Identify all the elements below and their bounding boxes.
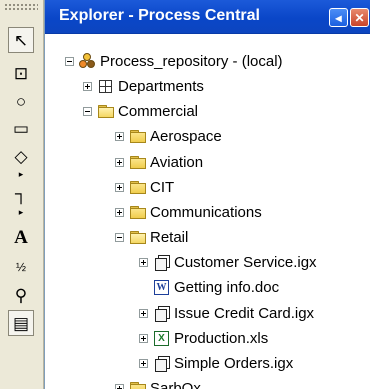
tree-node-cit[interactable]: CIT	[115, 176, 174, 198]
tree-node-sarbox[interactable]: SarbOx	[115, 377, 201, 389]
open-folder-icon	[129, 230, 146, 245]
folder-icon	[129, 180, 146, 195]
expand-icon[interactable]	[115, 182, 124, 192]
explorer-titlebar[interactable]: Explorer - Process Central ◂ ✕	[45, 0, 370, 34]
tree-node-departments[interactable]: Departments	[83, 75, 204, 97]
tree-node-label: SarbOx	[150, 379, 201, 389]
activity-tool-icon[interactable]: ⊡	[8, 60, 34, 86]
folder-icon	[129, 381, 146, 389]
explorer-title: Explorer - Process Central	[59, 7, 260, 24]
process-file-icon	[153, 255, 170, 271]
tree-node-getting-info[interactable]: W Getting info.doc	[139, 276, 279, 298]
folder-icon	[129, 205, 146, 220]
back-button[interactable]: ◂	[329, 8, 348, 27]
collapse-icon[interactable]	[65, 56, 74, 66]
decision-tool-icon[interactable]: ◇	[8, 143, 34, 169]
tree-node-label: Getting info.doc	[174, 278, 280, 296]
tree-node-communications[interactable]: Communications	[115, 201, 262, 223]
tree-node-label: Customer Service.igx	[174, 253, 317, 271]
repository-tree: Process_repository - (local) Departments…	[45, 34, 370, 389]
collapse-icon[interactable]	[83, 106, 92, 116]
tree-node-customer-service[interactable]: Customer Service.igx	[139, 251, 317, 273]
expand-icon[interactable]	[115, 157, 124, 167]
tree-node-label: Issue Credit Card.igx	[174, 304, 315, 322]
excel-spreadsheet-icon: X	[153, 330, 170, 346]
pointer-tool-icon[interactable]: ↖	[8, 27, 34, 53]
expand-icon[interactable]	[139, 358, 148, 368]
numbering-tool-icon[interactable]: ½	[8, 254, 34, 280]
explorer-panel: Explorer - Process Central ◂ ✕ Process_r…	[44, 0, 370, 389]
notes-tool-icon[interactable]: ▤	[8, 310, 34, 336]
expand-icon[interactable]	[83, 81, 92, 91]
close-button[interactable]: ✕	[350, 8, 369, 27]
chevron-left-icon: ◂	[335, 10, 342, 25]
tree-node-aerospace[interactable]: Aerospace	[115, 125, 222, 147]
expand-arrow-icon[interactable]: ▸	[8, 206, 34, 218]
tree-node-production[interactable]: X Production.xls	[139, 327, 268, 349]
tree-node-label: Simple Orders.igx	[174, 354, 294, 372]
ellipse-tool-icon[interactable]: ○	[8, 88, 34, 114]
collapse-icon[interactable]	[115, 232, 124, 242]
tree-node-label: CIT	[150, 178, 175, 196]
tree-node-commercial[interactable]: Commercial	[83, 100, 198, 122]
table-icon	[97, 79, 114, 94]
process-file-icon	[153, 356, 170, 372]
palette-grip[interactable]	[4, 3, 38, 11]
folder-icon	[129, 155, 146, 170]
connector-tool-icon[interactable]: ┐	[8, 180, 34, 206]
expand-icon[interactable]	[115, 131, 124, 141]
tree-node-label: Communications	[150, 203, 262, 221]
tree-node-label: Commercial	[118, 102, 199, 120]
tree-node-root[interactable]: Process_repository - (local)	[65, 50, 283, 72]
tree-node-label: Departments	[118, 77, 204, 95]
tree-node-label: Retail	[150, 228, 189, 246]
tree-node-label: Process_repository - (local)	[100, 52, 283, 70]
folder-icon	[129, 129, 146, 144]
expand-icon[interactable]	[139, 257, 148, 267]
expand-icon[interactable]	[115, 207, 124, 217]
tool-palette: ↖ ⊡ ○ ▭ ◇ ▸ ┐ ▸ A ½ ⚲ ▤	[0, 0, 44, 389]
tree-node-label: Aerospace	[150, 127, 222, 145]
process-file-icon	[153, 306, 170, 322]
word-document-icon: W	[153, 279, 170, 295]
tree-node-retail[interactable]: Retail	[115, 226, 188, 248]
expand-icon[interactable]	[139, 308, 148, 318]
expand-arrow-icon[interactable]: ▸	[8, 168, 34, 180]
rounded-rect-tool-icon[interactable]: ▭	[8, 115, 34, 141]
tree-node-label: Aviation	[150, 153, 204, 171]
close-icon: ✕	[354, 10, 365, 25]
repository-icon	[79, 53, 96, 69]
zoom-tool-icon[interactable]: ⚲	[8, 282, 34, 308]
tree-node-issue-credit-card[interactable]: Issue Credit Card.igx	[139, 302, 314, 324]
expand-icon[interactable]	[115, 383, 124, 389]
tree-node-aviation[interactable]: Aviation	[115, 151, 203, 173]
text-tool-icon[interactable]: A	[8, 224, 34, 250]
expand-icon[interactable]	[139, 333, 148, 343]
open-folder-icon	[97, 104, 114, 119]
tree-node-label: Production.xls	[174, 329, 269, 347]
tree-node-simple-orders[interactable]: Simple Orders.igx	[139, 352, 293, 374]
